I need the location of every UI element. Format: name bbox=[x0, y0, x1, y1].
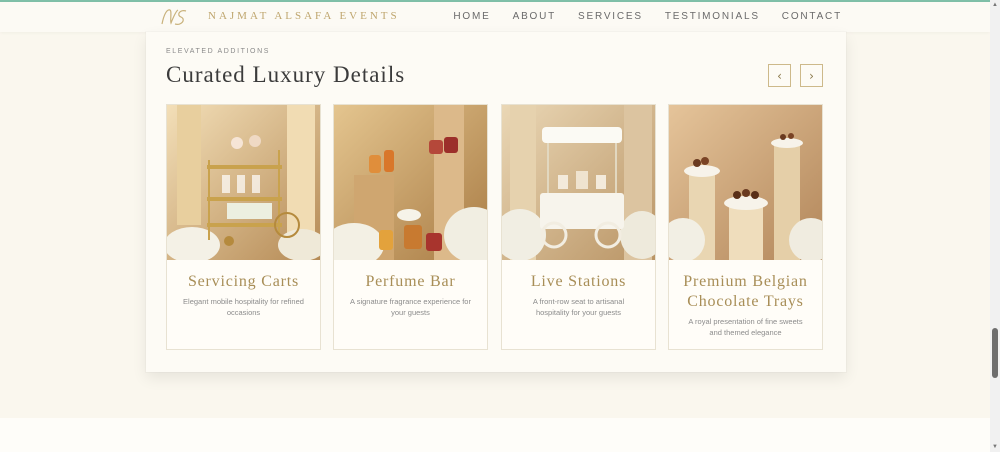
live-station-image bbox=[502, 105, 655, 260]
card-title: Live Stations bbox=[530, 273, 627, 290]
card-description: A front-row seat to artisanal hospitalit… bbox=[532, 297, 625, 317]
section-eyebrow: ELEVATED ADDITIONS bbox=[166, 48, 271, 55]
nav-services-link[interactable]: SERVICES bbox=[578, 11, 643, 22]
nav-contact-link[interactable]: CONTACT bbox=[782, 11, 842, 22]
navbar: NAJMAT ALSAFA EVENTS HOME ABOUT SERVICES… bbox=[0, 2, 990, 32]
card-title: Perfume Bar bbox=[365, 273, 456, 290]
card-title: Servicing Carts bbox=[187, 273, 300, 290]
scroll-down-arrow-icon[interactable]: ▼ bbox=[992, 444, 998, 450]
service-card[interactable]: Perfume Bar A signature fragrance experi… bbox=[333, 104, 488, 350]
servicing-cart-image bbox=[167, 105, 320, 260]
carousel-next-button[interactable]: › bbox=[800, 64, 823, 87]
chocolate-trays-image bbox=[669, 105, 822, 260]
card-description: Elegant mobile hospitality for refined o… bbox=[183, 297, 304, 317]
nav-testimonials-link[interactable]: TESTIMONIALS bbox=[665, 11, 760, 22]
next-section-start bbox=[0, 418, 990, 452]
brand-logo-icon[interactable] bbox=[158, 6, 190, 28]
curated-details-section: ELEVATED ADDITIONS Curated Luxury Detail… bbox=[146, 32, 846, 372]
service-card[interactable]: Live Stations A front-row seat to artisa… bbox=[501, 104, 656, 350]
card-title: Premium Belgian Chocolate Trays bbox=[683, 273, 808, 310]
nav-links: HOME ABOUT SERVICES TESTIMONIALS CONTACT bbox=[453, 11, 842, 22]
service-card[interactable]: Premium Belgian Chocolate Trays A royal … bbox=[668, 104, 823, 350]
section-title: Curated Luxury Details bbox=[166, 62, 406, 87]
page-scrollbar[interactable]: ▲ ▼ bbox=[990, 0, 1000, 452]
service-card[interactable]: Servicing Carts Elegant mobile hospitali… bbox=[166, 104, 321, 350]
scrollbar-thumb[interactable] bbox=[992, 328, 998, 378]
card-description: A signature fragrance experience for you… bbox=[350, 297, 471, 317]
nav-about-link[interactable]: ABOUT bbox=[513, 11, 556, 22]
carousel-prev-button[interactable]: ‹ bbox=[768, 64, 791, 87]
nav-home-link[interactable]: HOME bbox=[453, 11, 490, 22]
brand-name[interactable]: NAJMAT ALSAFA EVENTS bbox=[208, 10, 400, 22]
perfume-bar-image bbox=[334, 105, 487, 260]
card-description: A royal presentation of fine sweets and … bbox=[688, 317, 803, 337]
scroll-up-arrow-icon[interactable]: ▲ bbox=[992, 2, 998, 8]
